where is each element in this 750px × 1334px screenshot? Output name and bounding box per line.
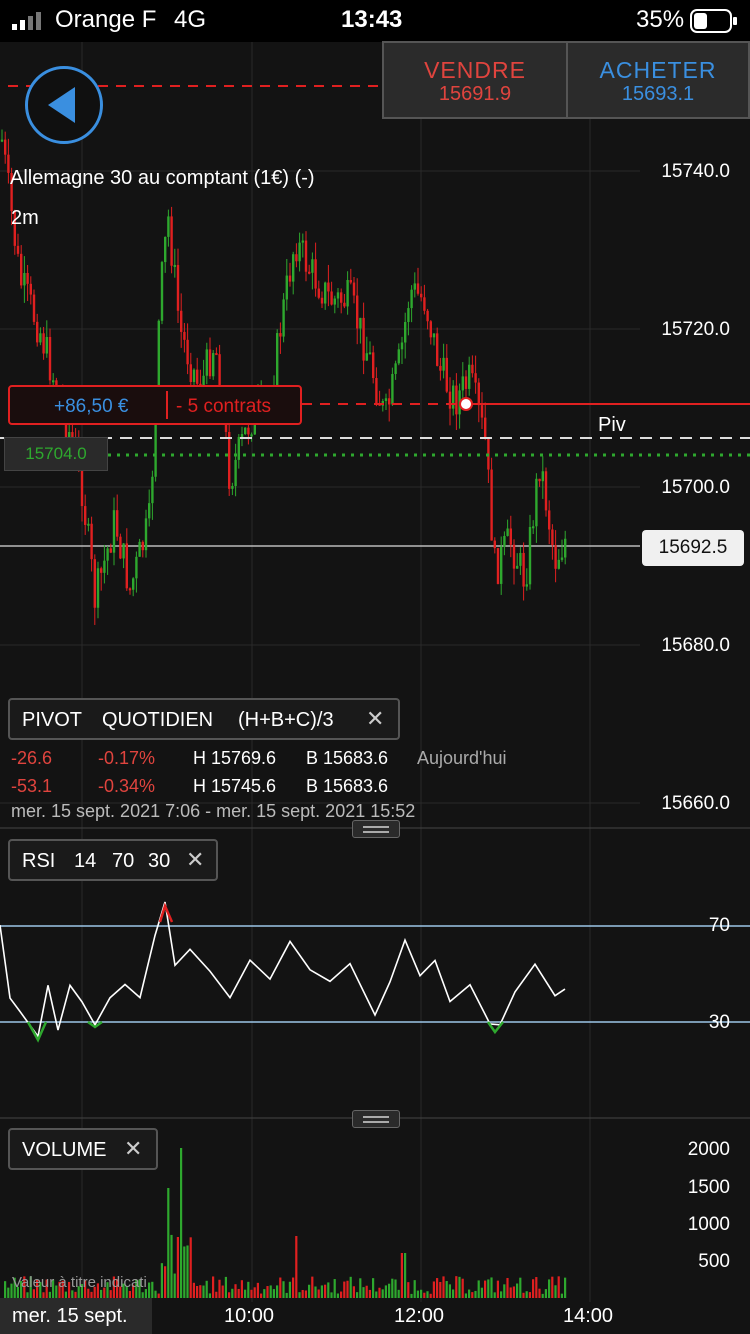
- pivot-high: H 15769.6: [193, 748, 277, 768]
- time-tick: 10:00: [224, 1305, 275, 1327]
- buy-label: ACHETER: [599, 57, 717, 83]
- pivot-high: H 15745.6: [193, 776, 277, 796]
- time-tick: 12:00: [394, 1305, 445, 1327]
- rsi-name: RSI: [22, 850, 56, 872]
- panel-resize-handle[interactable]: [352, 1110, 400, 1128]
- volume-tick: 500: [698, 1251, 730, 1272]
- rsi-period: 14: [74, 850, 97, 872]
- carrier-name: Orange F: [55, 6, 157, 33]
- sell-button[interactable]: VENDRE 15691.9: [382, 41, 568, 119]
- position-size: - 5 contrats: [176, 396, 272, 417]
- status-bar: Orange F 4G 13:43 35%: [0, 0, 750, 42]
- timeframe-label[interactable]: 2m: [11, 207, 39, 230]
- pivot-change-pct: -0.17%: [98, 748, 156, 768]
- pivot-value-badge: 15704.0: [4, 437, 108, 471]
- instrument-title: Allemagne 30 au comptant (1€) (-): [10, 167, 315, 189]
- rsi-tick: 30: [708, 1012, 730, 1033]
- panel-resize-handle[interactable]: [352, 820, 400, 838]
- rsi-upper: 70: [112, 850, 135, 872]
- pivot-low: B 15683.6: [306, 748, 389, 768]
- price-tick: 15740.0: [661, 161, 730, 182]
- back-arrow-icon: [48, 87, 75, 123]
- pivot-formula: (H+B+C)/3: [238, 709, 334, 731]
- pivot-change: -26.6: [11, 748, 53, 768]
- volume-tick: 1500: [687, 1177, 730, 1198]
- time-tick: 14:00: [563, 1305, 614, 1327]
- clock: 13:43: [341, 6, 403, 33]
- rsi-lower: 30: [148, 850, 171, 872]
- volume-disclaimer: Valeur à titre indicati: [12, 1274, 147, 1291]
- rsi-series: [0, 901, 750, 1043]
- volume-tick: 2000: [687, 1139, 730, 1160]
- pivot-indicator-tag[interactable]: PIVOT QUOTIDIEN (H+B+C)/3 ✕: [8, 698, 400, 740]
- close-icon[interactable]: ✕: [366, 706, 384, 732]
- pivot-change: -53.1: [11, 776, 53, 796]
- position-divider: [166, 391, 168, 419]
- position-badge[interactable]: +86,50 € - 5 contrats: [8, 385, 302, 425]
- network-type: 4G: [174, 6, 207, 33]
- pivot-name: PIVOT: [22, 709, 83, 731]
- buy-price: 15693.1: [621, 83, 695, 105]
- battery-percent: 35%: [636, 6, 685, 33]
- sell-price: 15691.9: [438, 83, 512, 105]
- close-icon[interactable]: ✕: [124, 1136, 142, 1162]
- close-icon[interactable]: ✕: [186, 847, 204, 873]
- buy-button[interactable]: ACHETER 15693.1: [566, 41, 750, 119]
- price-tick: 15680.0: [661, 635, 730, 656]
- price-tick: 15720.0: [661, 319, 730, 340]
- battery-icon: [690, 9, 738, 33]
- price-tick: 15700.0: [661, 477, 730, 498]
- volume-name: VOLUME: [22, 1139, 107, 1161]
- pivot-change-pct: -0.34%: [98, 776, 156, 796]
- current-price-badge: 15692.5: [642, 530, 744, 566]
- date-label: mer. 15 sept.: [0, 1298, 152, 1334]
- volume-tick: 1000: [687, 1214, 730, 1235]
- sell-label: VENDRE: [424, 57, 526, 83]
- rsi-indicator-tag[interactable]: RSI 14 70 30 ✕: [8, 839, 218, 881]
- pivot-label: Piv: [598, 414, 626, 436]
- pivot-period: QUOTIDIEN: [102, 709, 214, 731]
- pivot-low: B 15683.6: [306, 776, 389, 796]
- volume-indicator-tag[interactable]: VOLUME ✕: [8, 1128, 158, 1170]
- rsi-tick: 70: [708, 915, 730, 936]
- candlestick-series: [0, 129, 567, 625]
- price-tick: 15660.0: [661, 793, 730, 814]
- position-pnl: +86,50 €: [54, 396, 129, 417]
- signal-icon: [12, 12, 48, 30]
- pivot-period-label: Aujourd'hui: [417, 748, 507, 768]
- pivot-date-range: mer. 15 sept. 2021 7:06 - mer. 15 sept. …: [11, 801, 416, 821]
- back-button[interactable]: [25, 66, 103, 144]
